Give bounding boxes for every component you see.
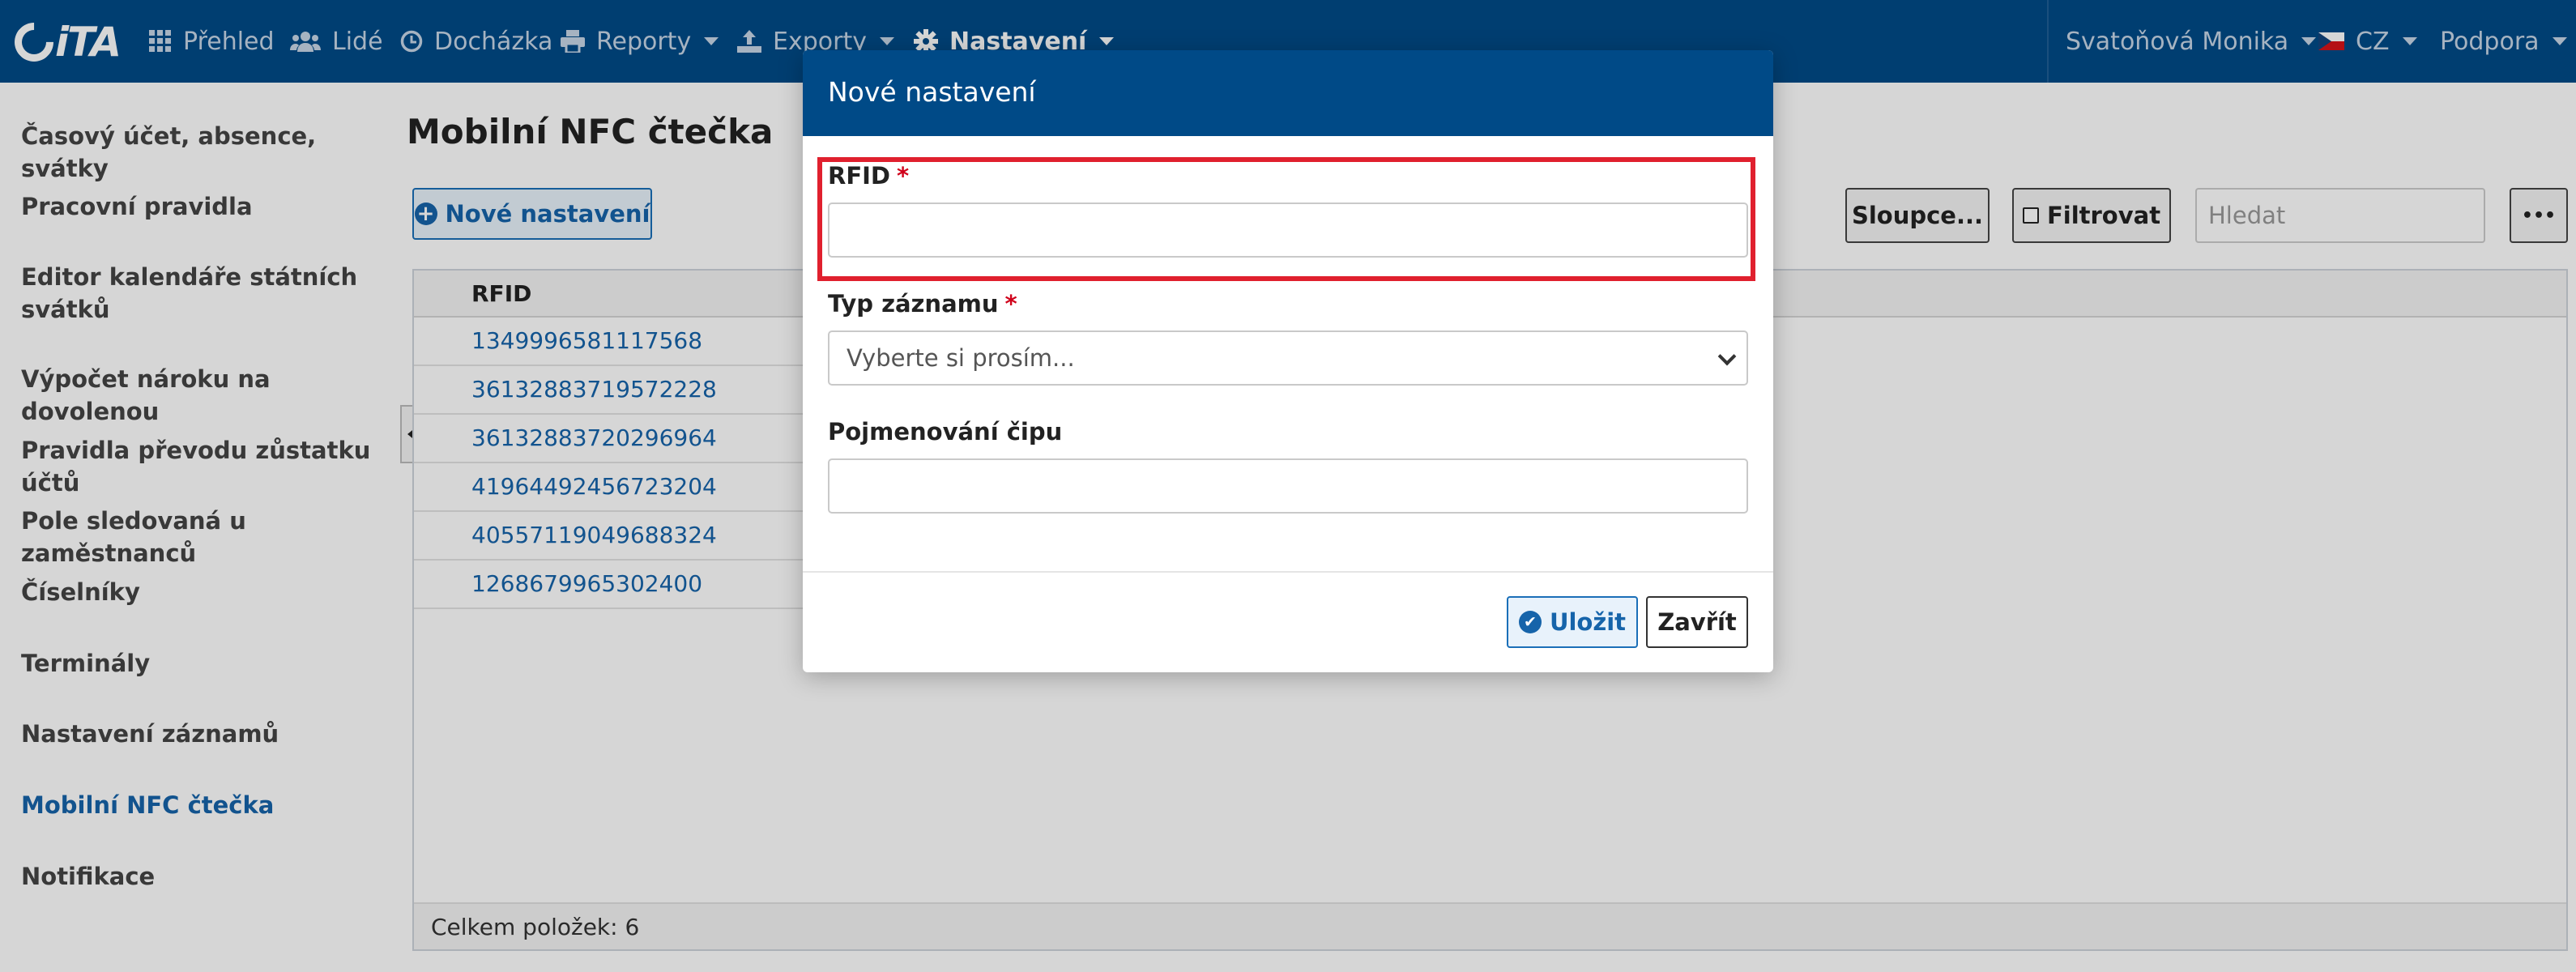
close-button[interactable]: Zavřít [1646, 596, 1748, 648]
rfid-label: RFID * [828, 162, 909, 190]
new-setting-dialog: Nové nastavení RFID * Typ záznamu * Vybert… [803, 50, 1773, 672]
chip-name-label-text: Pojmenování čipu [828, 418, 1063, 446]
close-label: Zavřít [1657, 608, 1737, 636]
record-type-selected: Vyberte si prosím... [847, 344, 1075, 372]
check-circle-icon: ✔ [1518, 611, 1542, 633]
rfid-input[interactable] [828, 202, 1748, 258]
chip-name-input[interactable] [828, 458, 1748, 514]
record-type-label-text: Typ záznamu [828, 290, 999, 318]
dialog-header: Nové nastavení [803, 50, 1773, 136]
dialog-title: Nové nastavení [828, 76, 1036, 108]
required-marker: * [897, 162, 910, 190]
record-type-select[interactable]: Vyberte si prosím... [828, 330, 1748, 386]
required-marker: * [1004, 290, 1017, 318]
dialog-footer-divider [803, 571, 1773, 573]
chip-name-label: Pojmenování čipu [828, 418, 1062, 446]
save-button[interactable]: ✔ Uložit [1507, 596, 1638, 648]
rfid-label-text: RFID [828, 162, 891, 190]
chevron-down-icon [1717, 347, 1737, 366]
record-type-label: Typ záznamu * [828, 290, 1017, 318]
save-label: Uložit [1549, 608, 1627, 636]
